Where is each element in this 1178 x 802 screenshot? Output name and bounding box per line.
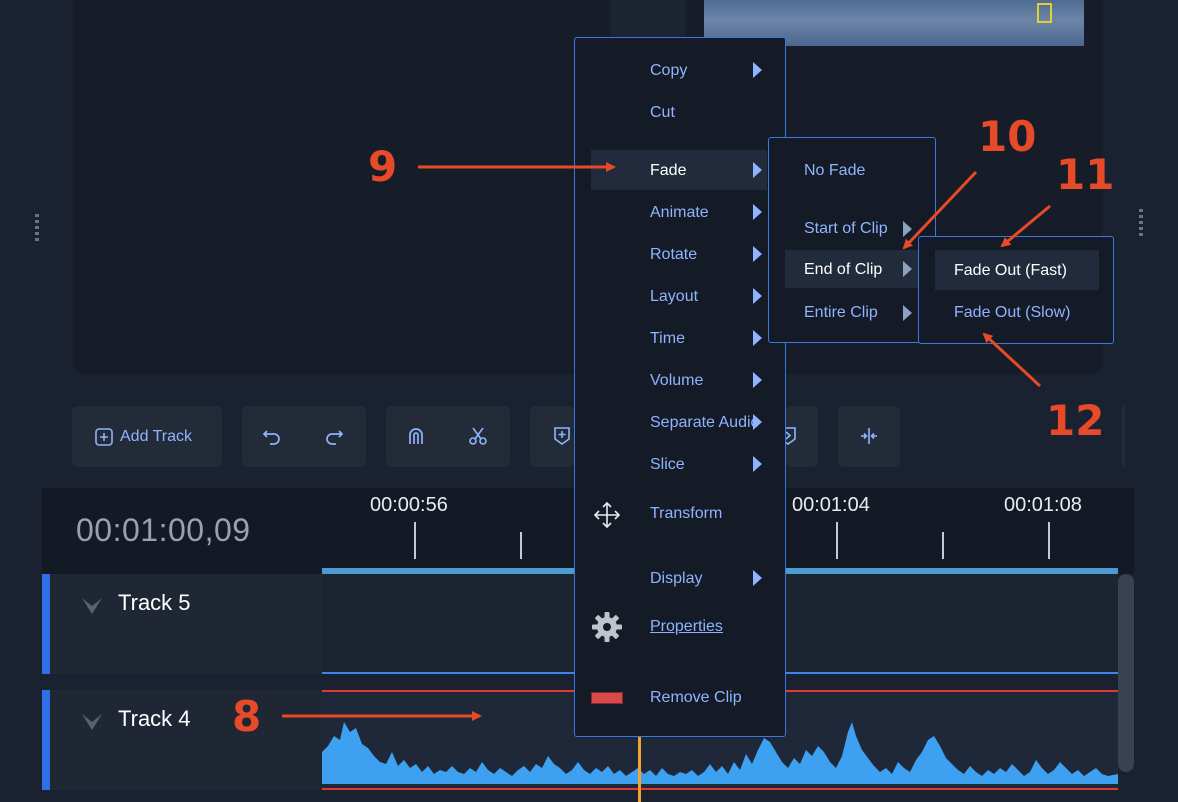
annotation-arrow: [1000, 204, 1051, 248]
annotation-number: 10: [978, 112, 1037, 161]
annotation-number: 9: [368, 142, 398, 191]
annotation-arrow: [902, 170, 978, 250]
annotation-arrow: [982, 332, 1042, 388]
annotation-number: 12: [1046, 396, 1105, 445]
annotation-number: 11: [1056, 150, 1115, 199]
annotation-number: 8: [232, 692, 262, 741]
